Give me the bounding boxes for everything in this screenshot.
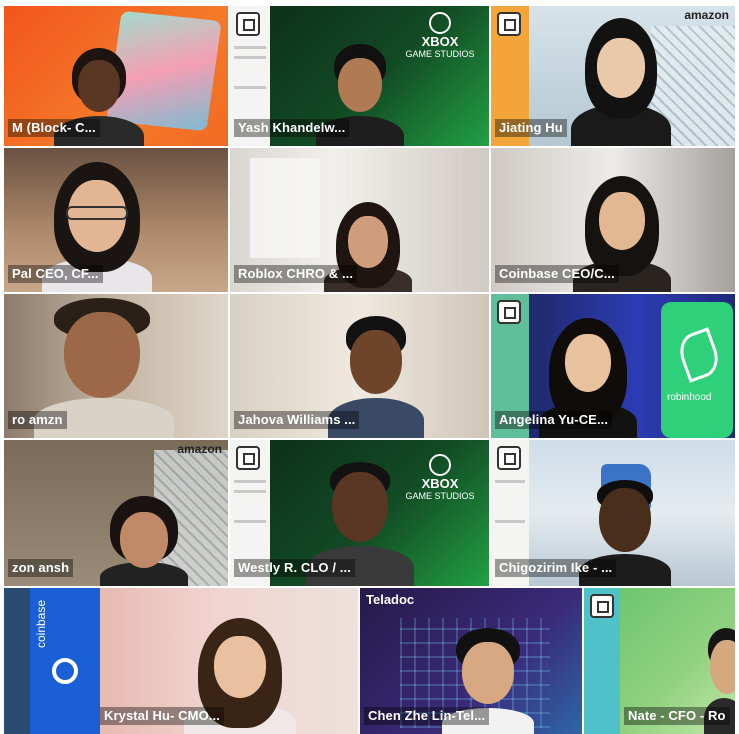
xbox-logo: XBOX GAME STUDIOS: [400, 454, 480, 501]
participant-tile[interactable]: Coinbase CEO/C...: [491, 148, 735, 292]
participant-name: Yash Khandelw...: [234, 119, 350, 137]
xbox-logo: XBOX GAME STUDIOS: [400, 12, 480, 59]
participant-name: Roblox CHRO & ...: [234, 265, 358, 283]
participant-name: Nate - CFO - Ro: [624, 707, 730, 725]
participant-name: Chigozirim Ike - ...: [495, 559, 617, 577]
feather-icon: [674, 327, 724, 383]
participant-name[interactable]: Krystal Hu- CMO...: [100, 707, 224, 725]
participant-tile[interactable]: amazon Jiating Hu: [491, 6, 735, 146]
participant-tile[interactable]: amazon zon ansh: [4, 440, 228, 586]
window-background: [250, 158, 320, 258]
participant-tile[interactable]: Nate - CFO - Ro: [584, 588, 735, 734]
participant-tile[interactable]: Pal CEO, CF...: [4, 148, 228, 292]
participant-name: zon ansh: [8, 559, 74, 577]
participant-tile[interactable]: XBOX GAME STUDIOS Yash Khandelw...: [230, 6, 489, 146]
participant-tile[interactable]: M (Block- C...: [4, 6, 228, 146]
coinbase-banner: coinbase: [30, 588, 100, 734]
teladoc-logo: Teladoc: [366, 592, 415, 607]
participant-name: Coinbase CEO/C...: [495, 265, 619, 283]
amazon-logo: amazon: [684, 8, 729, 22]
participant-name: Jahova Williams ...: [234, 411, 360, 429]
participant-name: ro amzn: [8, 411, 67, 429]
amazon-logo: amazon: [177, 442, 222, 456]
participant-video: [100, 496, 188, 586]
participant-name: Chen Zhe Lin-Tel...: [364, 707, 490, 725]
participant-tile[interactable]: Teladoc Chen Zhe Lin-Tel...: [360, 588, 582, 734]
participant-tile[interactable]: XBOX GAME STUDIOS Westly R. CLO / ...: [230, 440, 489, 586]
robinhood-phone: robinhood: [661, 302, 733, 438]
participant-tile[interactable]: robinhood Angelina Yu-CE...: [491, 294, 735, 438]
participant-name: Angelina Yu-CE...: [495, 411, 613, 429]
participant-tile[interactable]: Jahova Williams ...: [230, 294, 489, 438]
participant-tile[interactable]: coinbase Krystal Hu- CMO...: [4, 588, 358, 734]
participant-name: Jiating Hu: [495, 119, 567, 137]
participant-tile[interactable]: Chigozirim Ike - ...: [491, 440, 735, 586]
participant-tile[interactable]: ro amzn: [4, 294, 228, 438]
participant-name: Westly R. CLO / ...: [234, 559, 355, 577]
video-call-grid: M (Block- C... XBOX GAME STUDIOS Yash Kh…: [0, 0, 739, 734]
participant-tile[interactable]: Roblox CHRO & ...: [230, 148, 489, 292]
participant-name: Pal CEO, CF...: [8, 265, 103, 283]
participant-name: M (Block- C...: [8, 119, 100, 137]
participant-video: [571, 18, 671, 146]
glasses-icon: [66, 206, 128, 220]
